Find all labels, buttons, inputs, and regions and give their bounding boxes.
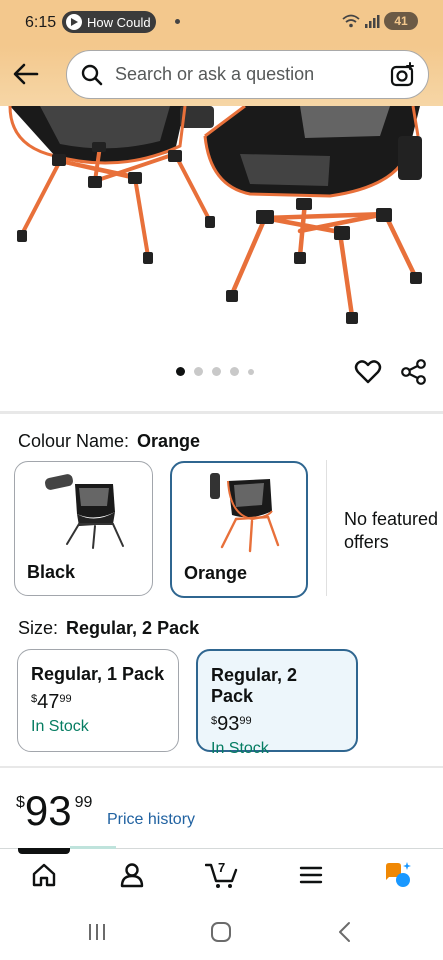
price-cents: 99 — [239, 715, 252, 727]
share-icon[interactable] — [400, 358, 428, 386]
carousel-dot[interactable] — [212, 367, 221, 376]
colour-selected-value: Orange — [137, 431, 201, 451]
section-divider — [0, 766, 443, 768]
price-whole: 47 — [37, 691, 60, 713]
stock-status: In Stock — [31, 718, 89, 735]
rufus-assistant-icon — [386, 862, 411, 887]
price-whole: 93 — [24, 787, 72, 834]
price-cents: 99 — [59, 693, 72, 705]
price-whole: 93 — [217, 713, 240, 735]
signal-icon — [365, 15, 380, 28]
carousel-dot[interactable] — [248, 368, 254, 375]
colour-separator — [326, 460, 327, 596]
recent-apps-icon[interactable] — [85, 920, 109, 944]
account-icon — [120, 863, 144, 888]
nav-account[interactable] — [117, 860, 147, 890]
wifi-icon — [342, 14, 360, 28]
section-divider — [0, 411, 443, 414]
price-symbol: $ — [16, 794, 25, 811]
size-option-regular-2-pack[interactable]: Regular, 2 Pack $ 93 99 In Stock — [196, 649, 358, 757]
carousel-dot[interactable] — [176, 367, 185, 376]
size-selected-value: Regular, 2 Pack — [66, 618, 200, 638]
nav-rufus[interactable] — [383, 860, 413, 890]
home-button-icon[interactable] — [209, 920, 233, 944]
colour-option-orange[interactable]: Orange — [170, 461, 308, 598]
orange-chair-thumbnail — [210, 473, 280, 553]
size-label-text: Size: — [18, 618, 59, 638]
nav-home[interactable] — [29, 860, 59, 890]
nav-menu[interactable] — [296, 860, 326, 890]
size-label: Size: Regular, 2 Pack — [18, 618, 199, 639]
colour-option-black[interactable]: Black — [14, 461, 153, 596]
back-arrow-icon — [13, 63, 39, 85]
camera-search-icon[interactable] — [390, 61, 416, 88]
size-option-title: Regular, 2 Pack — [211, 665, 298, 706]
notification-pill-text: How Could — [87, 14, 151, 30]
battery-indicator: 41 — [384, 12, 418, 30]
camping-chairs-illustration — [8, 106, 422, 324]
menu-icon — [299, 866, 323, 884]
product-image[interactable] — [0, 106, 443, 356]
carousel-dot[interactable] — [194, 367, 203, 376]
nav-scroll-glow — [70, 846, 116, 849]
search-input[interactable]: Search or ask a question — [66, 50, 429, 99]
price-history-link[interactable]: Price history — [107, 811, 195, 829]
back-button[interactable] — [10, 58, 42, 90]
nav-active-indicator — [18, 848, 70, 854]
home-icon — [32, 863, 56, 887]
search-icon — [81, 64, 103, 85]
size-option-price: $ 47 99 — [31, 691, 165, 714]
black-chair-thumbnail — [44, 474, 124, 549]
colour-label-text: Colour Name: — [18, 431, 130, 451]
image-carousel-dots[interactable] — [176, 367, 254, 376]
search-header: Search or ask a question — [0, 46, 443, 106]
colour-option-black-label: Black — [27, 562, 76, 582]
notification-dot — [175, 19, 180, 24]
status-icons: 41 — [342, 12, 418, 30]
back-button-icon[interactable] — [333, 920, 357, 944]
carousel-dot[interactable] — [230, 367, 239, 376]
notification-pill[interactable]: How Could — [62, 11, 156, 33]
size-option-regular-1-pack[interactable]: Regular, 1 Pack $ 47 99 In Stock — [17, 649, 179, 752]
play-icon — [66, 14, 82, 30]
status-bar: 6:15 How Could 41 — [0, 0, 443, 46]
colour-option-orange-label: Orange — [184, 563, 248, 583]
size-option-price: $ 93 99 — [211, 713, 343, 736]
cart-count: 7 — [218, 860, 226, 875]
search-placeholder: Search or ask a question — [115, 64, 315, 84]
status-time: 6:15 — [25, 14, 57, 31]
no-featured-offers: No featured offers — [344, 509, 439, 552]
price-cents: 99 — [74, 794, 93, 811]
colour-label: Colour Name: Orange — [18, 431, 200, 452]
stock-status: In Stock — [211, 740, 269, 757]
heart-icon[interactable] — [354, 358, 382, 386]
product-price: $ 93 99 — [16, 788, 92, 834]
size-option-title: Regular, 1 Pack — [31, 664, 165, 684]
